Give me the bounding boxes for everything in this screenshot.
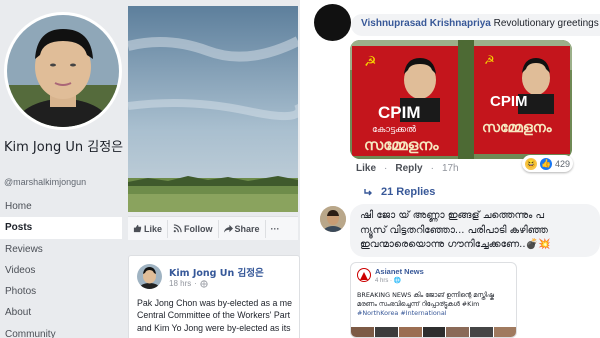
post-meta-separator: · xyxy=(194,279,197,288)
photo-thumb xyxy=(398,327,423,337)
hammer-sickle-icon: ☭ xyxy=(484,53,495,67)
comment-reply-link[interactable]: Reply xyxy=(395,163,422,174)
comment-actions: Like · Reply · 17h xyxy=(356,163,459,174)
profile-avatar-frame[interactable] xyxy=(4,12,122,130)
nav-item-videos[interactable]: Videos xyxy=(0,260,124,281)
share-page-label: Share xyxy=(234,223,260,234)
post-timestamp[interactable]: 18 hrs xyxy=(169,279,191,288)
like-page-label: Like xyxy=(144,223,163,234)
cover-landscape-image xyxy=(128,6,298,212)
shared-text-line: BREAKING NEWS കിം ജോങ് ഉന്നിന്റെ മസ്തിഷ്… xyxy=(357,291,494,299)
post-text-line: Central Committee of the Workers' Part xyxy=(137,310,291,321)
comment-action-separator: · xyxy=(384,163,388,174)
comment-bubble: ഷി ജോ യ് അണ്ണാ ഇങ്ങള് ചത്തെന്നും പ ന്യൂസ… xyxy=(350,204,600,257)
banner-right-party: CPIM xyxy=(490,93,528,110)
photo-thumb xyxy=(351,327,375,337)
like-page-button[interactable]: Like xyxy=(128,219,169,238)
shared-hashtags[interactable]: #NorthKorea #International xyxy=(357,309,515,318)
comment-text: Revolutionary greetings xyxy=(493,18,599,29)
page-handle[interactable]: @marshalkimjongun xyxy=(4,177,86,187)
banner-left-party: CPIM xyxy=(378,103,421,122)
comment-photo[interactable]: ☭ CPIM കോട്ടക്കൽ സമ്മേളനം ☭ CPIM സമ്മേളന… xyxy=(350,40,572,159)
more-dots-icon: ··· xyxy=(270,223,280,234)
reply-arrow-icon xyxy=(364,189,372,196)
commenter-avatar[interactable] xyxy=(320,206,346,232)
like-reaction-icon: 👍 xyxy=(540,157,552,170)
cover-photo[interactable] xyxy=(128,6,298,212)
right-banner: ☭ CPIM സമ്മേളനം xyxy=(474,46,570,154)
comment-like-link[interactable]: Like xyxy=(356,163,376,174)
shared-photo-strip[interactable] xyxy=(351,327,516,337)
nav-item-photos[interactable]: Photos xyxy=(0,281,124,302)
page-sidebar: Kim Jong Un 김정은 @marshalkimjongun Home P… xyxy=(0,0,127,338)
photo-thumb xyxy=(494,327,516,337)
comment-author[interactable]: Vishnuprasad Krishnapriya xyxy=(361,18,491,29)
reaction-summary[interactable]: 😆 👍 429 xyxy=(522,155,574,172)
profile-avatar xyxy=(7,15,119,127)
comment-bubble: Vishnuprasad Krishnapriya Revolutionary … xyxy=(351,14,600,36)
photo-thumb xyxy=(446,327,471,337)
nav-item-about[interactable]: About xyxy=(0,302,124,323)
nav-item-home[interactable]: Home xyxy=(0,196,124,217)
share-arrow-icon xyxy=(223,224,233,233)
thumbs-up-icon xyxy=(133,224,142,233)
replies-count-label: 21 Replies xyxy=(381,186,436,198)
comment-text-line: ഷി ജോ യ് അണ്ണാ ഇങ്ങള് ചത്തെന്നും പ xyxy=(360,210,545,221)
more-options-button[interactable]: ··· xyxy=(266,220,285,238)
nav-item-community[interactable]: Community xyxy=(0,324,124,338)
hammer-sickle-icon: ☭ xyxy=(364,54,377,70)
post-author-name[interactable]: Kim Jong Un 김정은 xyxy=(169,265,264,279)
left-banner: ☭ CPIM കോട്ടക്കൽ സമ്മേളനം xyxy=(352,46,458,156)
post-text-line: Pak Jong Chon was by-elected as a me xyxy=(137,298,293,308)
follow-page-button[interactable]: Follow xyxy=(168,219,219,238)
comment-action-separator: · xyxy=(430,163,434,174)
nav-item-posts[interactable]: Posts xyxy=(0,217,122,239)
shared-source-name[interactable]: Asianet News xyxy=(375,267,424,276)
cover-action-bar: Like Follow Share ··· xyxy=(128,216,298,240)
asianet-logo-icon xyxy=(357,268,371,282)
rss-follow-icon xyxy=(173,224,182,233)
follow-page-label: Follow xyxy=(184,223,213,234)
post-author-avatar[interactable] xyxy=(137,264,162,289)
haha-reaction-icon: 😆 xyxy=(525,157,537,170)
shared-text-line: മരണം സംഭവിച്ചെന്ന് റിപ്പോര്ട്ടുകൾ #Kim xyxy=(357,299,480,308)
comment-text-line: ഇവന്മാരെയൊന്നു ഗൗനിച്ചേക്കണേ..💣💥 xyxy=(360,239,551,250)
page-nav: Home Posts Reviews Videos Photos About C… xyxy=(0,196,124,338)
post-body: Pak Jong Chon was by-elected as a me Cen… xyxy=(137,297,300,334)
page-title[interactable]: Kim Jong Un 김정은 xyxy=(4,140,124,156)
view-replies-link[interactable]: 21 Replies xyxy=(364,186,435,198)
banner-right-line1: സമ്മേളനം xyxy=(482,120,553,136)
globe-icon xyxy=(200,279,208,288)
photo-thumb xyxy=(470,327,495,337)
shared-post-card[interactable]: Asianet News 4 hrs · 🌐 BREAKING NEWS കിം… xyxy=(350,262,517,338)
banner-left-line1: കോട്ടക്കൽ xyxy=(372,125,417,135)
reaction-count: 429 xyxy=(555,158,571,169)
banner-left-line2: സമ്മേളനം xyxy=(364,136,439,154)
comment-timestamp[interactable]: 17h xyxy=(442,163,459,174)
shared-timestamp: 4 hrs · 🌐 xyxy=(375,278,402,284)
post-text-line: and Kim Yo Jong were by-elected as its xyxy=(137,322,291,333)
comments-panel: Vishnuprasad Krishnapriya Revolutionary … xyxy=(306,0,600,338)
cpim-banners-image: ☭ CPIM കോട്ടക്കൽ സമ്മേളനം ☭ CPIM സമ്മേളന… xyxy=(350,40,572,159)
photo-thumb xyxy=(374,327,399,337)
comment-text-line: ന്യൂസ് വിട്ടതറിഞ്ഞോ... പരിപാടി കഴിഞ്ഞ xyxy=(360,224,548,236)
page-post-card: Kim Jong Un 김정은 18 hrs · Pak Jong Chon w… xyxy=(128,255,300,338)
commenter-avatar[interactable] xyxy=(314,4,351,41)
photo-thumb xyxy=(422,327,447,337)
share-page-button[interactable]: Share xyxy=(219,219,266,238)
shared-post-body: BREAKING NEWS കിം ജോങ് ഉന്നിന്റെ മസ്തിഷ്… xyxy=(357,291,515,317)
post-meta: 18 hrs · xyxy=(169,279,208,288)
nav-item-reviews[interactable]: Reviews xyxy=(0,239,124,260)
facebook-page-panel: Kim Jong Un 김정은 @marshalkimjongun Home P… xyxy=(0,0,300,338)
